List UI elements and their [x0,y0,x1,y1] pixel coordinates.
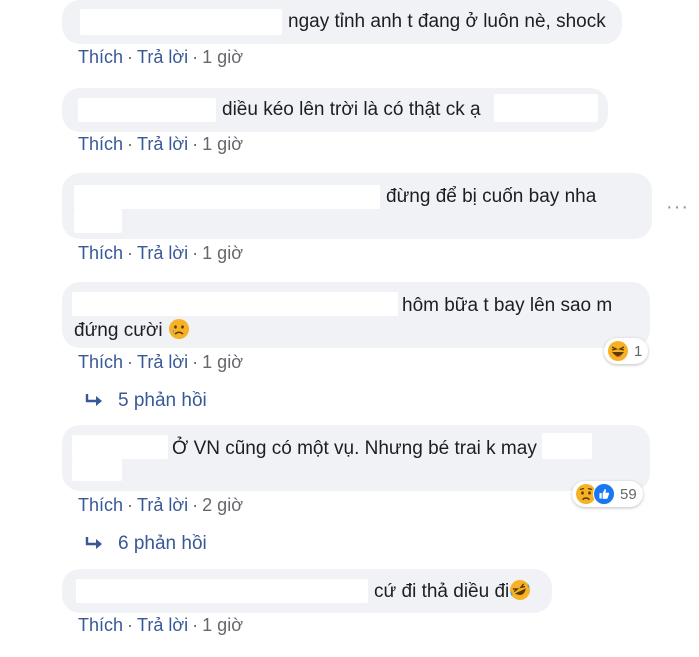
comment-actions: Thích · Trả lời · 2 giờ [78,495,243,516]
redacted-name [78,98,216,122]
redacted-name [72,459,122,481]
like-link[interactable]: Thích [78,134,123,154]
reaction-count: 59 [620,485,637,503]
replies-count-label: 5 phản hồi [118,390,207,411]
redacted-name [76,579,368,603]
reply-link[interactable]: Trả lời [137,352,188,372]
comment-bubble: diều kéo lên trời là có thật ck ạ [62,88,608,132]
redacted-tag [494,94,598,122]
redacted-name [72,435,168,459]
separator: · [192,352,199,372]
comment-text: diều kéo lên trời là có thật ck ạ [222,99,481,120]
redacted-name [74,185,380,209]
redacted-name [80,9,282,35]
separator: · [127,495,134,515]
reply-link[interactable]: Trả lời [137,47,188,67]
comment-bubble: đừng để bị cuốn bay nha [62,173,652,239]
reply-link[interactable]: Trả lời [137,615,188,635]
rofl-emoji-icon [510,580,531,600]
separator: · [127,352,134,372]
reply-link[interactable]: Trả lời [137,134,188,154]
reply-link[interactable]: Trả lời [137,495,188,515]
reaction-summary[interactable]: 1 [604,338,649,364]
like-link[interactable]: Thích [78,243,123,263]
separator: · [192,615,199,635]
separator: · [127,615,134,635]
comment-actions: Thích · Trả lời · 1 giờ [78,47,243,68]
redacted-name [74,209,122,233]
comment-text: Ở VN cũng có một vụ. Nhưng bé trai k may [172,438,537,459]
separator: · [127,134,134,154]
reply-arrow-icon [85,393,102,406]
like-reaction-icon [593,483,615,505]
comment-bubble: cứ đi thả diều đi [62,569,552,613]
comment-actions: Thích · Trả lời · 1 giờ [78,134,243,155]
separator: · [192,134,199,154]
comment-bubble: hôm bữa t bay lên sao m đứng cười [62,282,650,348]
comment-actions: Thích · Trả lời · 1 giờ [78,352,243,373]
timestamp[interactable]: 1 giờ [202,615,243,635]
view-replies-link[interactable]: 6 phản hồi [84,533,207,555]
crying-emoji-icon [168,319,189,339]
comment-text: cứ đi thả diều đi [374,579,531,604]
separator: · [192,243,199,263]
timestamp[interactable]: 1 giờ [202,47,243,67]
separator: · [127,243,134,263]
comment-text-line2: đứng cười [74,318,190,343]
reaction-count: 1 [634,342,643,360]
redacted-tag [542,433,592,459]
more-options-icon[interactable]: ··· [666,196,689,219]
comment-text-line1: hôm bữa t bay lên sao m [402,295,613,316]
separator: · [127,47,134,67]
like-link[interactable]: Thích [78,615,123,635]
reaction-summary[interactable]: 59 [572,481,643,507]
timestamp[interactable]: 1 giờ [202,352,243,372]
comment-text: đừng để bị cuốn bay nha [386,186,597,207]
redacted-name [72,292,398,316]
like-link[interactable]: Thích [78,352,123,372]
view-replies-link[interactable]: 5 phản hồi [84,390,207,412]
comment-actions: Thích · Trả lời · 1 giờ [78,615,243,636]
timestamp[interactable]: 1 giờ [202,243,243,263]
reply-link[interactable]: Trả lời [137,243,188,263]
comment-text: ngay tỉnh anh t đang ở luôn nè, shock [288,11,606,32]
haha-reaction-icon [608,341,628,361]
replies-count-label: 6 phản hồi [118,533,207,554]
comment-actions: Thích · Trả lời · 1 giờ [78,243,243,264]
separator: · [192,495,199,515]
timestamp[interactable]: 1 giờ [202,134,243,154]
timestamp[interactable]: 2 giờ [202,495,243,515]
separator: · [192,47,199,67]
like-link[interactable]: Thích [78,47,123,67]
comment-bubble: Ở VN cũng có một vụ. Nhưng bé trai k may [62,425,650,491]
reply-arrow-icon [85,536,102,549]
like-link[interactable]: Thích [78,495,123,515]
comment-bubble: ngay tỉnh anh t đang ở luôn nè, shock [62,0,622,44]
